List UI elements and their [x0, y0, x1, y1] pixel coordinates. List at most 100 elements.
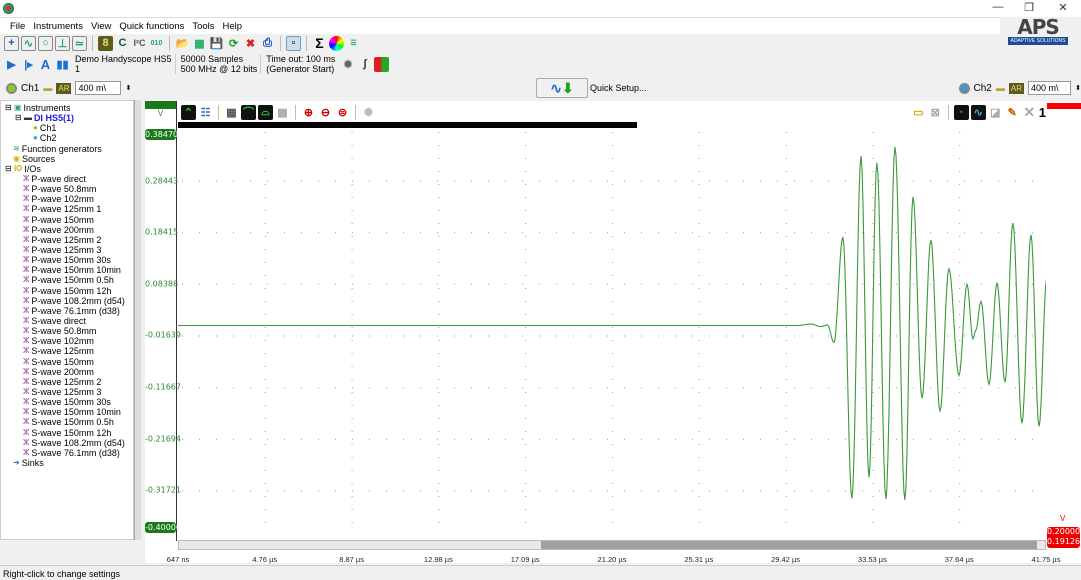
tree-ch1[interactable]: ● Ch1	[1, 123, 133, 133]
waveform-plot[interactable]	[178, 129, 1046, 533]
grid-icon[interactable]: ▦	[224, 105, 239, 120]
signal-icon[interactable]: ∿	[970, 104, 986, 120]
y-axis-limit-badge[interactable]: -0.40000	[145, 522, 181, 533]
channels-icon[interactable]: ☰	[346, 36, 361, 51]
tree-io-item[interactable]: ⵣ S-wave 108.2mm (d54)	[1, 438, 133, 448]
close-graph-icon[interactable]: ✕	[1022, 104, 1037, 120]
layout-icon[interactable]: ▫	[286, 35, 301, 51]
menu-file[interactable]: File	[6, 18, 29, 34]
tree-io-item[interactable]: ⵣ S-wave 125mm	[1, 346, 133, 356]
run-icon[interactable]: ▶	[4, 57, 19, 72]
view-icon[interactable]: ✺	[361, 105, 376, 120]
tree-io-item[interactable]: ⵣ S-wave 150mm 10min	[1, 407, 133, 417]
tree-io-item[interactable]: ⵣ S-wave 150mm 0.5h	[1, 417, 133, 427]
open-icon[interactable]: 📂	[175, 36, 190, 51]
y-axis-limit-badge[interactable]: 0.38470	[145, 129, 178, 140]
zoom-in-icon[interactable]: ⊕	[301, 105, 316, 120]
menu-help[interactable]: Help	[219, 18, 247, 34]
ch2-range-select[interactable]: 400 m\	[1027, 81, 1072, 95]
auto-scale-icon[interactable]: ⌃	[181, 104, 196, 120]
zoom-fit-icon[interactable]: ⊜	[335, 105, 350, 120]
tree-io-item[interactable]: ⵣ S-wave direct	[1, 316, 133, 326]
tree-function-generators[interactable]: ≋ Function generators	[1, 144, 133, 154]
sample-info[interactable]: 50000 Samples 500 MHz @ 12 bits	[178, 54, 262, 74]
menu-instruments[interactable]: Instruments	[29, 18, 87, 34]
new-scope-icon[interactable]: +	[4, 35, 19, 51]
refresh-icon[interactable]: ⟳	[226, 36, 241, 51]
restore-icon[interactable]: ◪	[988, 105, 1003, 120]
instrument-icon[interactable]: ▮▮	[55, 57, 70, 72]
tree-io-item[interactable]: ⵣ S-wave 200mm	[1, 367, 133, 377]
tree-io-item[interactable]: ⵣ S-wave 50.8mm	[1, 326, 133, 336]
display-icon[interactable]: 8	[98, 35, 113, 51]
ch1-led-icon[interactable]	[6, 82, 17, 94]
background-icon[interactable]: ▩	[275, 105, 290, 120]
marker-icon[interactable]: ✎	[1005, 105, 1020, 120]
ch1-range-select[interactable]: 400 m\	[75, 81, 122, 95]
close-button[interactable]: ✕	[1048, 1, 1078, 15]
tree-io-item[interactable]: ⵣ P-wave 108.2mm (d54)	[1, 296, 133, 306]
tree-io-item[interactable]: ⵣ P-wave 125mm 2	[1, 235, 133, 245]
time-scrollbar-thumb[interactable]	[541, 541, 1037, 549]
xy-graph-icon[interactable]: ○	[38, 35, 53, 51]
trigger-settings-icon[interactable]: ✹	[340, 57, 355, 72]
trigger-info[interactable]: Time out: 100 ms (Generator Start)	[263, 54, 338, 74]
ch2-range-spinner[interactable]: ⬍	[1075, 84, 1081, 92]
envelope-icon[interactable]: ⌓	[258, 104, 273, 120]
cursor-disabled-icon[interactable]: ⊠	[928, 105, 943, 120]
tree-io-item[interactable]: ⵣ P-wave 125mm 1	[1, 204, 133, 214]
tree-ios[interactable]: ⊟ IO I/Os	[1, 164, 133, 174]
ch1-range-spinner[interactable]: ⬍	[125, 84, 131, 92]
tree-io-item[interactable]: ⵣ S-wave 125mm 2	[1, 377, 133, 387]
tree-io-item[interactable]: ⵣ S-wave 76.1mm (d38)	[1, 448, 133, 458]
ch1-autorange-button[interactable]: AR	[56, 82, 72, 94]
tree-io-item[interactable]: ⵣ P-wave 150mm 30s	[1, 255, 133, 265]
tree-io-item[interactable]: ⵣ S-wave 102mm	[1, 336, 133, 346]
generator-icon[interactable]	[374, 56, 390, 72]
tree-io-item[interactable]: ⵣ P-wave 150mm	[1, 215, 133, 225]
time-scrollbar[interactable]	[178, 540, 1046, 550]
instrument-info[interactable]: Demo Handyscope HS5 1	[72, 54, 176, 74]
tree-instruments[interactable]: ⊟ ▣ Instruments	[1, 103, 133, 113]
save-icon[interactable]: 💾	[209, 36, 224, 51]
tree-io-item[interactable]: ⵣ S-wave 125mm 3	[1, 387, 133, 397]
maximize-button[interactable]: ❐	[1014, 1, 1044, 15]
ch2-coupling-icon[interactable]: ▬	[996, 83, 1005, 93]
tree-io-item[interactable]: ⵣ P-wave 150mm 12h	[1, 286, 133, 296]
comment-icon[interactable]: ▭	[911, 105, 926, 120]
tree-io-item[interactable]: ⵣ P-wave 150mm 0.5h	[1, 275, 133, 285]
menu-tools[interactable]: Tools	[188, 18, 218, 34]
tree-io-item[interactable]: ⵣ P-wave 76.1mm (d38)	[1, 306, 133, 316]
menu-quick-functions[interactable]: Quick functions	[115, 18, 188, 34]
ch2-autorange-button[interactable]: AR	[1008, 82, 1024, 94]
minimize-button[interactable]: —	[983, 1, 1013, 15]
import-icon[interactable]: ▦	[192, 36, 207, 51]
tree-io-item[interactable]: ⵣ S-wave 150mm 30s	[1, 397, 133, 407]
fft-graph-icon[interactable]: ⊥	[55, 35, 70, 51]
delete-icon[interactable]: ✖	[243, 36, 258, 51]
tree-ch2[interactable]: ● Ch2	[1, 133, 133, 143]
tree-io-item[interactable]: ⵣ P-wave 200mm	[1, 225, 133, 235]
record-position-bar[interactable]	[178, 122, 637, 128]
tree-sinks[interactable]: ➔ Sinks	[1, 458, 133, 468]
tree-sources[interactable]: ◉ Sources	[1, 154, 133, 164]
tree-io-item[interactable]: ⵣ P-wave 102mm	[1, 194, 133, 204]
binary-icon[interactable]: 010	[149, 36, 164, 51]
yt-graph-icon[interactable]: ∿	[21, 35, 36, 51]
channel-list-icon[interactable]: ☷	[198, 105, 213, 120]
i2c-icon[interactable]: I²C	[132, 36, 147, 51]
tree-io-item[interactable]: ⵣ S-wave 150mm	[1, 357, 133, 367]
tree-io-item[interactable]: ⵣ P-wave 50.8mm	[1, 184, 133, 194]
ch2-led-icon[interactable]	[959, 82, 970, 94]
y-axis[interactable]: V	[145, 101, 177, 541]
tree-io-item[interactable]: ⵣ P-wave 150mm 10min	[1, 265, 133, 275]
zoom-out-icon[interactable]: ⊖	[318, 105, 333, 120]
single-shot-icon[interactable]: |▸	[21, 57, 36, 72]
color-icon[interactable]	[329, 35, 344, 51]
auto-icon[interactable]: A	[38, 57, 53, 72]
quick-setup-button[interactable]: ∿ ⬇ Quick Setup...	[536, 77, 956, 99]
trigger-edge-icon[interactable]: ∫	[357, 57, 372, 72]
ch1-coupling-icon[interactable]: ▬	[43, 83, 52, 93]
menu-view[interactable]: View	[87, 18, 115, 34]
tree-device[interactable]: ⊟ ▬ DI HS5(1)	[1, 113, 133, 123]
